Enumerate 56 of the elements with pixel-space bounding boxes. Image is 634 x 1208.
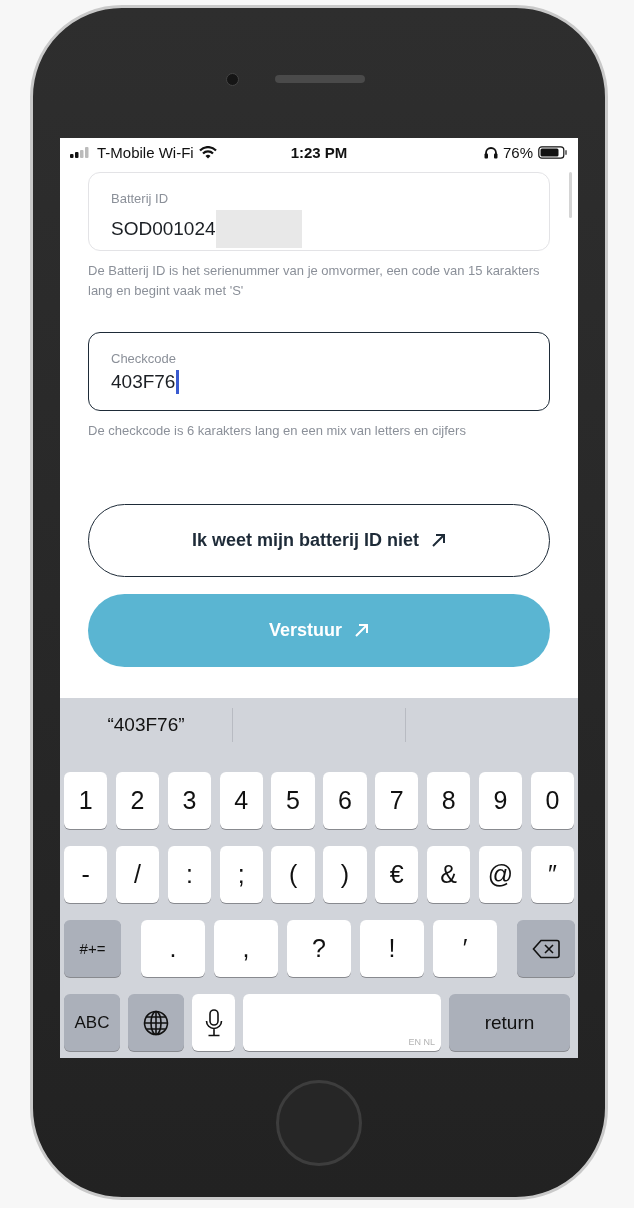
keyboard-key[interactable]: ,: [214, 920, 278, 977]
scrollbar: [569, 172, 572, 218]
keyboard-key[interactable]: @: [478, 846, 523, 903]
keyboard-key[interactable]: 6: [323, 772, 367, 829]
status-time: 1:23 PM: [290, 143, 348, 161]
keyboard-key[interactable]: 7: [375, 772, 419, 829]
keyboard-key[interactable]: 9: [478, 772, 523, 829]
keyboard-key[interactable]: 1: [64, 772, 108, 829]
return-key[interactable]: return: [449, 994, 570, 1051]
text-cursor: [176, 370, 180, 394]
keyboard-key[interactable]: .: [141, 920, 205, 977]
keyboard-key[interactable]: ?: [287, 920, 351, 977]
headphones-icon: [483, 145, 498, 159]
keyboard-key[interactable]: 8: [427, 772, 471, 829]
keyboard-key[interactable]: 4: [219, 772, 263, 829]
globe-key[interactable]: [128, 994, 184, 1051]
keyboard-key[interactable]: 0: [530, 772, 574, 829]
field-hint: De checkcode is 6 karakters lang en een mix van letters en cijfers: [88, 422, 467, 440]
backspace-icon: [532, 938, 560, 959]
keyboard-key[interactable]: 3: [167, 772, 211, 829]
globe-icon: [143, 1009, 169, 1036]
field-hint: De Batterij ID is het serienummer van je omvormer, een code van 15 karakters lang en begint vaak met 'S': [88, 262, 541, 300]
keyboard-key[interactable]: ′: [433, 920, 497, 977]
field-label: Batterij ID: [111, 191, 169, 206]
text-field[interactable]: Checkcode 403F76: [88, 332, 550, 411]
keyboard-key[interactable]: ABC: [64, 994, 120, 1051]
action-button[interactable]: Ik weet mijn batterij ID niet: [88, 504, 550, 577]
keyboard-key[interactable]: 2: [115, 772, 160, 829]
keyboard-key[interactable]: ): [323, 846, 367, 903]
keyboard-key[interactable]: €: [375, 846, 419, 903]
keyboard-key[interactable]: !: [360, 920, 424, 977]
suggestion[interactable]: “403F76”: [107, 714, 185, 736]
arrow-icon: [354, 623, 369, 638]
battery-icon: [538, 145, 568, 159]
field-label: Checkcode: [111, 351, 177, 366]
carrier-name: T-Mobile Wi-Fi: [97, 143, 194, 161]
battery-percent: 76%: [502, 143, 533, 161]
camera-dot: [225, 72, 239, 86]
keyboard-key[interactable]: ;: [219, 846, 263, 903]
keyboard-key[interactable]: :: [167, 846, 211, 903]
keyboard-key[interactable]: ″: [530, 846, 574, 903]
microphone-icon: [204, 1008, 223, 1037]
keyboard-key[interactable]: #+=: [64, 920, 121, 977]
keyboard-key[interactable]: 5: [271, 772, 315, 829]
wifi-icon: [198, 145, 217, 159]
keyboard-key[interactable]: /: [115, 846, 160, 903]
keyboard-key[interactable]: &: [427, 846, 471, 903]
keyboard-key[interactable]: -: [64, 846, 108, 903]
field-value: 403F76: [111, 371, 176, 393]
field-value: SOD001024: [111, 218, 216, 240]
signal-icon: [70, 146, 92, 158]
mic-key[interactable]: [192, 994, 235, 1051]
keyboard-key[interactable]: (: [271, 846, 315, 903]
arrow-icon: [431, 533, 447, 548]
text-field[interactable]: Batterij ID SOD001024: [88, 172, 550, 251]
delete-key[interactable]: [517, 920, 575, 977]
